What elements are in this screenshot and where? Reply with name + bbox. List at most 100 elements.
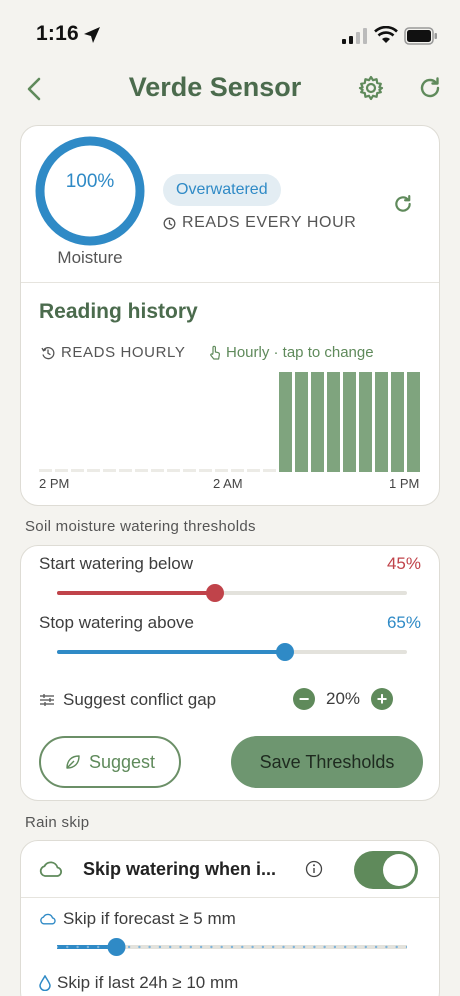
- forecast-label: Skip if forecast ≥ 5 mm: [63, 909, 236, 928]
- forecast-slider-tick: [251, 945, 254, 949]
- decrement-button[interactable]: −: [293, 688, 315, 710]
- forecast-slider-tick: [313, 945, 316, 949]
- forecast-slider-tick: [344, 945, 347, 949]
- status-bar: 1:16: [0, 0, 460, 70]
- save-thresholds-button[interactable]: Save Thresholds: [231, 736, 423, 788]
- history-bar: [375, 372, 388, 472]
- location-arrow-icon: [84, 27, 100, 43]
- reads-interval-label: READS EVERY HOUR: [182, 214, 357, 231]
- forecast-slider-tick: [261, 945, 265, 949]
- start-slider-thumb[interactable]: [205, 584, 224, 602]
- history-bar: [311, 372, 324, 472]
- forecast-slider-thumb[interactable]: [107, 938, 126, 956]
- card-refresh-icon[interactable]: [393, 194, 413, 214]
- stop-slider-thumb[interactable]: [275, 643, 294, 661]
- history-bar: [279, 372, 292, 472]
- status-time: 1:16: [36, 22, 79, 45]
- history-bar-empty: [183, 469, 196, 472]
- thresholds-section-label: Soil moisture watering thresholds: [25, 518, 256, 535]
- raindrop-icon: [39, 975, 51, 991]
- forecast-slider-tick: [241, 945, 244, 949]
- sensor-card: 100% Moisture Overwatered READS EVERY HO…: [20, 125, 440, 506]
- history-bar: [295, 372, 308, 472]
- history-bar-empty: [103, 469, 116, 472]
- wifi-icon: [374, 26, 398, 43]
- history-bar: [327, 372, 340, 472]
- history-bar: [391, 372, 404, 472]
- history-bar-empty: [71, 469, 84, 472]
- history-bar-empty: [215, 469, 228, 472]
- x-tick-label: 2 AM: [213, 476, 243, 491]
- conflict-gap-value: 20%: [325, 689, 361, 708]
- reads-interval-row: READS EVERY HOUR: [163, 214, 356, 232]
- increment-button[interactable]: +: [371, 688, 393, 710]
- history-bar-empty: [135, 469, 148, 472]
- thresholds-card: Start watering below 45% Stop watering a…: [20, 545, 440, 801]
- stop-watering-slider[interactable]: [57, 643, 407, 661]
- stop-watering-value: 65%: [386, 613, 421, 632]
- start-watering-slider[interactable]: [57, 584, 407, 602]
- forecast-slider-tick: [282, 945, 285, 949]
- history-bar-empty: [39, 469, 52, 472]
- history-bar-empty: [263, 469, 276, 472]
- rain-skip-section-label: Rain skip: [25, 814, 90, 831]
- leaf-icon: [66, 755, 80, 769]
- last24-label: Skip if last 24h ≥ 10 mm: [57, 973, 239, 992]
- x-tick-label: 2 PM: [39, 476, 70, 491]
- save-thresholds-label: Save Thresholds: [259, 751, 395, 772]
- history-bar-empty: [119, 469, 132, 472]
- history-clock-icon: [41, 346, 55, 359]
- nav-header: Verde Sensor: [0, 66, 460, 112]
- info-icon[interactable]: [305, 860, 323, 878]
- forecast-slider-tick: [199, 945, 203, 949]
- sliders-icon: [40, 694, 54, 706]
- forecast-slider-tick: [66, 945, 69, 949]
- toggle-knob: [383, 854, 415, 886]
- skip-watering-toggle[interactable]: [354, 851, 418, 889]
- start-watering-label: Start watering below: [39, 554, 194, 573]
- history-bar: [359, 372, 372, 472]
- history-bar: [407, 372, 420, 472]
- settings-gear-icon[interactable]: [358, 75, 384, 101]
- forecast-slider-tick: [272, 945, 275, 949]
- forecast-slider-tick: [323, 945, 326, 949]
- forecast-slider-tick: [76, 945, 79, 949]
- forecast-slider-tick: [158, 945, 162, 949]
- forecast-slider-tick: [302, 945, 306, 949]
- forecast-slider-tick: [395, 945, 398, 949]
- forecast-slider[interactable]: [57, 935, 407, 959]
- cloud-icon: [39, 861, 63, 877]
- conflict-gap-label: Suggest conflict gap: [63, 690, 217, 709]
- forecast-slider-tick: [97, 945, 100, 949]
- history-bar-empty: [247, 469, 260, 472]
- forecast-cloud-icon: [40, 913, 56, 925]
- history-reads-label: READS HOURLY: [61, 344, 186, 361]
- history-bar: [343, 372, 356, 472]
- suggest-button[interactable]: Suggest: [39, 736, 181, 788]
- rain-divider: [21, 897, 439, 898]
- forecast-slider-tick: [148, 945, 151, 949]
- history-change-hint[interactable]: Hourly · tap to change: [209, 344, 374, 361]
- start-slider-fill: [57, 591, 215, 595]
- battery-icon: [404, 27, 437, 45]
- history-change-label: Hourly · tap to change: [226, 344, 374, 361]
- last24-row: Skip if last 24h ≥ 10 mm: [39, 973, 238, 993]
- card-divider: [21, 282, 439, 283]
- forecast-row: Skip if forecast ≥ 5 mm: [39, 909, 236, 929]
- forecast-slider-tick: [220, 945, 223, 949]
- forecast-slider-tick: [385, 945, 388, 949]
- forecast-slider-tick: [333, 945, 337, 949]
- rain-skip-card: Skip watering when i... Skip if forecast…: [20, 840, 440, 996]
- forecast-slider-tick: [138, 945, 141, 949]
- suggest-button-label: Suggest: [88, 751, 156, 772]
- history-bar-empty: [199, 469, 212, 472]
- forecast-slider-tick: [210, 945, 213, 949]
- history-bar-empty: [151, 469, 164, 472]
- forecast-slider-tick: [189, 945, 192, 949]
- start-watering-value: 45%: [386, 554, 421, 573]
- conflict-gap-stepper: − 20% +: [293, 688, 393, 710]
- refresh-icon[interactable]: [418, 76, 442, 100]
- forecast-slider-tick: [364, 945, 367, 949]
- x-tick-label: 1 PM: [389, 476, 420, 491]
- tap-hand-icon: [210, 345, 220, 360]
